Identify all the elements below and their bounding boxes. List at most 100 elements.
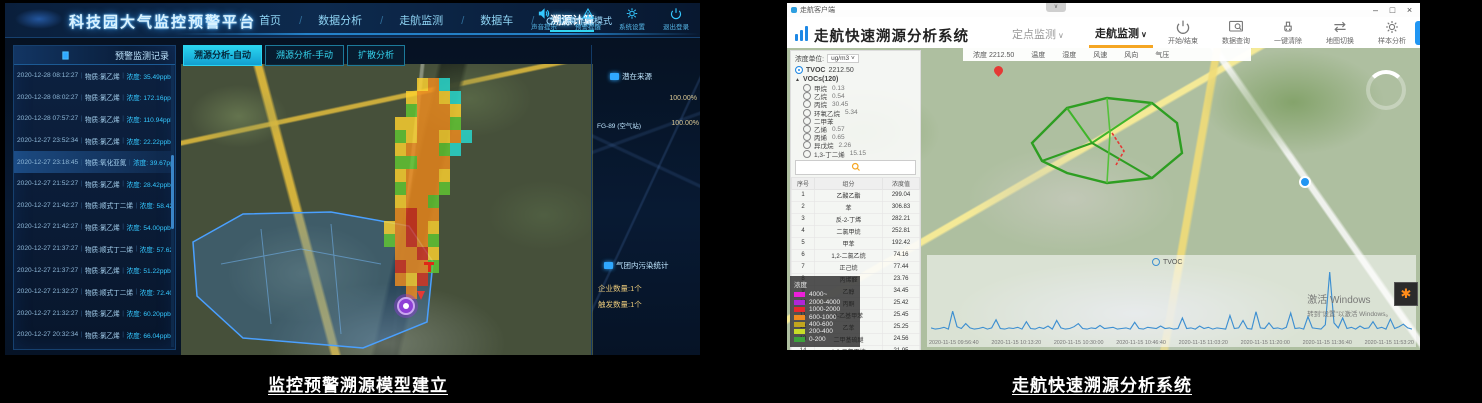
nav-item[interactable]: 数据车 (452, 12, 522, 28)
satellite-map[interactable]: 溯源分析-自动溯源分析-手动扩散分析 (181, 45, 593, 355)
legend-item: 4000~ (794, 291, 856, 298)
tab-fixed-monitoring[interactable]: 定点监测∨ (1012, 26, 1064, 42)
monitoring-platform-window: 科技园大气监控预警平台 首页数据分析走航监测数据车溯源计算 切换作战模式 声音提… (5, 3, 700, 355)
swap-icon (1332, 19, 1348, 35)
source-location-marker[interactable] (397, 297, 415, 315)
red-pin-icon[interactable] (417, 291, 425, 300)
app-logo (795, 25, 808, 41)
alert-record-row[interactable]: 2020-12-27 20:32:34| 物质:氯乙烯| 浓度: 66.04pp… (14, 324, 171, 346)
table-row[interactable]: 1 乙酸乙酯 299.04 (792, 189, 920, 201)
species-radio-row[interactable]: 二甲苯 (791, 117, 920, 125)
species-search-input[interactable] (795, 160, 916, 175)
x-tick-label: 2020-11-15 10:46:40 (1116, 340, 1166, 346)
species-radio-row[interactable]: 乙烷 0.54 (791, 92, 920, 100)
alert-record-row[interactable]: 2020-12-27 21:52:27| 物质:氯乙烯| 浓度: 28.42pp… (14, 173, 171, 195)
table-row[interactable]: 6 1,2-二氯乙烷 74.16 (792, 249, 920, 261)
x-tick-label: 2020-11-15 10:30:00 (1054, 340, 1104, 346)
side-drawer-handle[interactable] (1415, 21, 1420, 45)
info-field: 风向 (1124, 50, 1138, 60)
alert-record-row[interactable]: 2020-12-28 07:57:27| 物质:氯乙烯| 浓度: 110.94p… (14, 108, 171, 130)
maximize-button[interactable]: □ (1384, 3, 1401, 17)
unit-dropdown[interactable]: ug/m3 ˅ (827, 54, 859, 63)
chevron-down-icon: ∨ (1058, 31, 1064, 40)
info-field: 气压 (1155, 50, 1169, 60)
sample-analysis-button[interactable]: 样本分析 (1378, 19, 1406, 46)
map-tab[interactable]: 扩散分析 (347, 45, 405, 66)
table-row[interactable]: 4 二氯甲烷 252.81 (792, 225, 920, 237)
scrollbar[interactable] (171, 65, 174, 347)
alert-icon (581, 7, 595, 20)
alert-record-row[interactable]: 2020-12-27 21:37:27| 物质:氯乙烯| 浓度: 51.22pp… (14, 259, 171, 281)
info-field: 浓度 2212.50 (973, 50, 1014, 60)
gear-icon (1384, 19, 1400, 35)
chart-x-axis: 2020-11-15 09:56:402020-11-15 10:13:2020… (929, 340, 1414, 346)
nav-item[interactable]: 数据分析 (290, 12, 371, 28)
tvoc-radio-row[interactable]: TVOC 2212.50 (791, 65, 920, 75)
warning-alert-button[interactable]: 预警提醒 (570, 7, 606, 31)
collapse-tab[interactable]: ∨ (1046, 3, 1066, 12)
antivirus-float-icon[interactable]: ✱ (1394, 282, 1418, 306)
alert-record-row[interactable]: 2020-12-27 23:52:34| 物质:氯乙烯| 浓度: 22.22pp… (14, 130, 171, 152)
platform-title: 科技园大气监控预警平台 (69, 11, 256, 32)
x-tick-label: 2020-11-15 09:56:40 (929, 340, 979, 346)
table-row[interactable]: 2 苯 306.83 (792, 201, 920, 213)
legend-swatch (794, 322, 805, 327)
clear-all-button[interactable]: 一键清除 (1274, 19, 1302, 46)
alert-record-row[interactable]: 2020-12-27 21:37:27| 物质:顺式丁二烯| 浓度: 57.62… (14, 238, 171, 260)
gear-icon (625, 7, 639, 20)
legend-item: 400-600 (794, 321, 856, 328)
start-stop-button[interactable]: 开始/结束 (1168, 19, 1198, 46)
nav-item[interactable]: 走航监测 (371, 12, 452, 28)
vocs-group-toggle[interactable]: ▲ VOCs(120) (791, 75, 920, 84)
minimize-button[interactable]: – (1367, 3, 1384, 17)
radio-icon (803, 117, 811, 125)
driving-map[interactable]: 浓度 2212.50温度湿度风速风向气压 浓度单位: ug/m3 ˅ TVOC (787, 48, 1420, 350)
close-button[interactable]: × (1401, 3, 1418, 17)
alert-record-row[interactable]: 2020-12-27 21:32:27| 物质:顺式丁二烯| 浓度: 72.40… (14, 281, 171, 303)
alert-record-title: 预警监测记录 (14, 46, 175, 65)
window-controls: – □ × (1367, 3, 1418, 17)
x-tick-label: 2020-11-15 11:20:00 (1241, 340, 1290, 346)
alert-record-row[interactable]: 2020-12-27 21:32:27| 物质:氯乙烯| 浓度: 60.20pp… (14, 303, 171, 325)
info-field: 湿度 (1062, 50, 1076, 60)
scrollbar-thumb[interactable] (171, 155, 174, 228)
radio-icon (803, 100, 811, 108)
system-settings-button[interactable]: 系统设置 (614, 7, 650, 31)
map-tab[interactable]: 溯源分析-手动 (265, 45, 344, 66)
nav-item[interactable]: 首页 (231, 12, 290, 28)
species-radio-row[interactable]: 异戊烷 2.26 (791, 141, 920, 149)
map-tab[interactable]: 溯源分析-自动 (183, 45, 262, 66)
species-radio-row[interactable]: 丙烯 0.65 (791, 133, 920, 141)
table-row[interactable]: 5 甲苯 192.42 (792, 237, 920, 249)
species-radio-row[interactable]: 1,3-丁二烯 15.15 (791, 150, 920, 158)
species-radio-row[interactable]: 环氧乙烷 5.34 (791, 109, 920, 117)
sound-alert-button[interactable]: 声音提示 (526, 7, 562, 31)
red-cross-marker (424, 262, 434, 265)
red-pin-icon[interactable] (992, 64, 1005, 77)
radio-icon (803, 109, 811, 117)
stats-badge-icon (604, 262, 613, 269)
logout-button[interactable]: 退出登录 (658, 7, 694, 31)
station-label: FG-89 (空气站) (597, 120, 641, 130)
alert-record-row[interactable]: 2020-12-27 21:42:27| 物质:顺式丁二烯| 浓度: 58.42… (14, 195, 171, 217)
vehicle-position-marker[interactable] (1299, 176, 1311, 188)
alert-record-row[interactable]: 2020-12-28 08:02:27| 物质:氯乙烯| 浓度: 172.16p… (14, 87, 171, 109)
alert-record-row[interactable]: 2020-12-27 21:42:27| 物质:氯乙烯| 浓度: 54.00pp… (14, 216, 171, 238)
radio-icon (795, 66, 803, 74)
alert-record-row[interactable]: 2020-12-27 23:18:45| 物质:氧化亚氮| 浓度: 39.67p… (14, 151, 171, 173)
species-radio-row[interactable]: 丙烷 30.45 (791, 100, 920, 108)
species-radio-row[interactable]: 甲烷 0.13 (791, 84, 920, 92)
table-header-row: 序号 组分 浓度值 (792, 177, 920, 189)
alert-record-row[interactable]: 2020-12-28 08:12:27| 物质:氯乙烯| 浓度: 35.49pp… (14, 65, 171, 87)
legend-swatch (794, 292, 805, 297)
species-radio-row[interactable]: 乙烯 0.57 (791, 125, 920, 133)
windows-watermark: 激活 Windows 转到"设置"以激活 Windows。 (1307, 291, 1392, 318)
map-tab-bar: 溯源分析-自动溯源分析-手动扩散分析 (183, 45, 405, 66)
table-row[interactable]: 3 反-2-丁烯 282.21 (792, 213, 920, 225)
tab-mobile-monitoring[interactable]: 走航监测∨ (1095, 25, 1147, 41)
map-switch-button[interactable]: 地图切换 (1326, 19, 1354, 46)
left-caption: 监控预警溯源模型建立 (268, 371, 448, 396)
species-list: 甲烷 0.13 乙烷 0.54 丙烷 30.45 (791, 84, 920, 158)
data-query-button[interactable]: 数据查询 (1222, 19, 1250, 46)
table-row[interactable]: 7 正己烷 77.44 (792, 261, 920, 273)
